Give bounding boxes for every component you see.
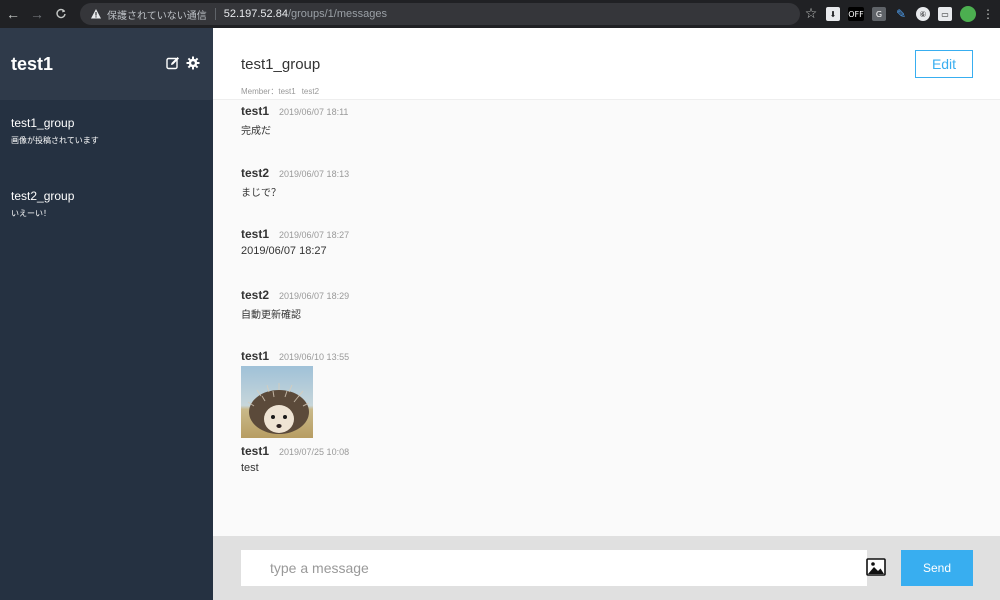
message-date: 2019/06/07 18:13 [279, 169, 350, 179]
current-user-name: test1 [11, 53, 54, 74]
message-text: test [241, 462, 259, 474]
off-extension-icon[interactable]: OFF [848, 7, 864, 21]
url-host: 52.197.52.84 [223, 8, 288, 20]
message-date: 2019/06/07 18:11 [279, 107, 349, 117]
message-item: test2 2019/06/07 18:13 まじで？ [241, 166, 841, 199]
group-item-name: test2_group [11, 189, 75, 203]
new-group-edit-icon[interactable] [166, 56, 180, 70]
message-user: test1 [241, 349, 270, 363]
message-text: 2019/06/07 18:27 [241, 245, 327, 257]
message-date: 2019/06/07 18:29 [279, 291, 350, 301]
warning-icon [91, 9, 101, 19]
message-date: 2019/06/07 18:27 [279, 230, 350, 240]
browser-nav: ← → [2, 3, 72, 25]
extensions-area: ☆ ⬇ OFF G ✎ ⑥ ▭ ⋮ [804, 3, 994, 25]
bookmark-star-icon[interactable]: ☆ [804, 6, 818, 22]
chat-group-title: test1_group [241, 56, 321, 73]
insecure-label: 保護されていない通信 [107, 10, 207, 22]
sidebar-header: test1 [0, 28, 213, 100]
browser-menu-icon[interactable]: ⋮ [982, 7, 994, 21]
message-text: 完成だ [241, 126, 271, 137]
chat-header: test1_group Member：test1 test2 Edit [213, 28, 1000, 100]
address-bar[interactable]: 保護されていない通信 52.197.52.84/groups/1/message… [80, 3, 800, 25]
message-user: test2 [241, 288, 270, 302]
back-icon[interactable]: ← [2, 3, 24, 25]
message-item: test1 2019/06/10 13:55 [241, 349, 841, 443]
member-name: test1 [278, 87, 296, 96]
url-path: /groups/1/messages [287, 8, 387, 20]
message-input[interactable] [241, 550, 867, 586]
window-extension-icon[interactable]: ▭ [938, 7, 952, 21]
member-label: Member： [241, 87, 279, 96]
member-list: Member：test1 test2 [241, 86, 319, 97]
message-user: test1 [241, 104, 270, 118]
group-item-test1-group[interactable]: test1_group 画像が投稿されています [0, 115, 213, 146]
group-item-name: test1_group [11, 116, 75, 130]
image-upload-icon[interactable] [866, 558, 886, 576]
hedgehog-image [241, 366, 313, 438]
forward-icon[interactable]: → [26, 3, 48, 25]
send-button[interactable]: Send [901, 550, 973, 586]
message-item: test1 2019/07/25 10:08 test [241, 444, 841, 474]
message-user: test1 [241, 227, 270, 241]
sidebar-header-icons [166, 56, 200, 70]
circle-extension-icon[interactable]: ⑥ [916, 7, 930, 21]
profile-avatar[interactable] [960, 6, 976, 22]
message-item: test2 2019/06/07 18:29 自動更新確認 [241, 288, 841, 321]
g-extension-icon[interactable]: G [872, 7, 886, 21]
message-item: test1 2019/06/07 18:27 2019/06/07 18:27 [241, 227, 841, 257]
message-date: 2019/06/10 13:55 [279, 352, 350, 362]
member-name: test2 [301, 87, 320, 96]
settings-gear-icon[interactable] [186, 56, 200, 70]
message-user: test1 [241, 444, 270, 458]
message-form: Send [213, 536, 1000, 600]
message-text: 自動更新確認 [241, 310, 301, 321]
group-item-last-message: いえーい！ [11, 209, 51, 218]
message-text: まじで？ [241, 188, 281, 199]
sidebar: test1 test1_group 画像が投稿されています test2_grou… [0, 28, 213, 600]
message-user: test2 [241, 166, 270, 180]
address-divider [214, 8, 216, 20]
pen-extension-icon[interactable]: ✎ [894, 7, 908, 21]
group-item-last-message: 画像が投稿されています [11, 136, 99, 145]
reload-icon[interactable] [50, 3, 72, 25]
group-item-test2-group[interactable]: test2_group いえーい！ [0, 188, 213, 219]
message-date: 2019/07/25 10:08 [279, 447, 350, 457]
chat-main: test1_group Member：test1 test2 Edit test1… [213, 28, 1000, 600]
browser-toolbar: ← → 保護されていない通信 52.197.52.84/groups/1/mes… [0, 0, 1000, 28]
message-item: test1 2019/06/07 18:11 完成だ [241, 104, 841, 137]
download-extension-icon[interactable]: ⬇ [826, 7, 840, 21]
edit-group-button[interactable]: Edit [915, 50, 973, 78]
